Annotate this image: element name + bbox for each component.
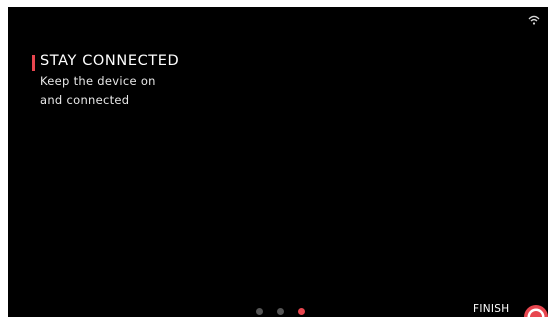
title-accent-bar xyxy=(32,55,35,71)
finish-target-icon xyxy=(524,305,548,317)
onboarding-description: Keep the device on and connected xyxy=(40,72,156,110)
description-line-1: Keep the device on xyxy=(40,74,156,88)
pagination-dot-1[interactable] xyxy=(256,308,263,315)
wifi-icon xyxy=(528,15,540,25)
finish-label: FINISH xyxy=(473,303,510,315)
pagination-dot-2[interactable] xyxy=(277,308,284,315)
onboarding-screen: STAY CONNECTED Keep the device on and co… xyxy=(8,7,548,317)
description-line-2: and connected xyxy=(40,93,130,107)
page-title: STAY CONNECTED xyxy=(40,53,180,69)
pagination-dot-3[interactable] xyxy=(298,308,305,315)
